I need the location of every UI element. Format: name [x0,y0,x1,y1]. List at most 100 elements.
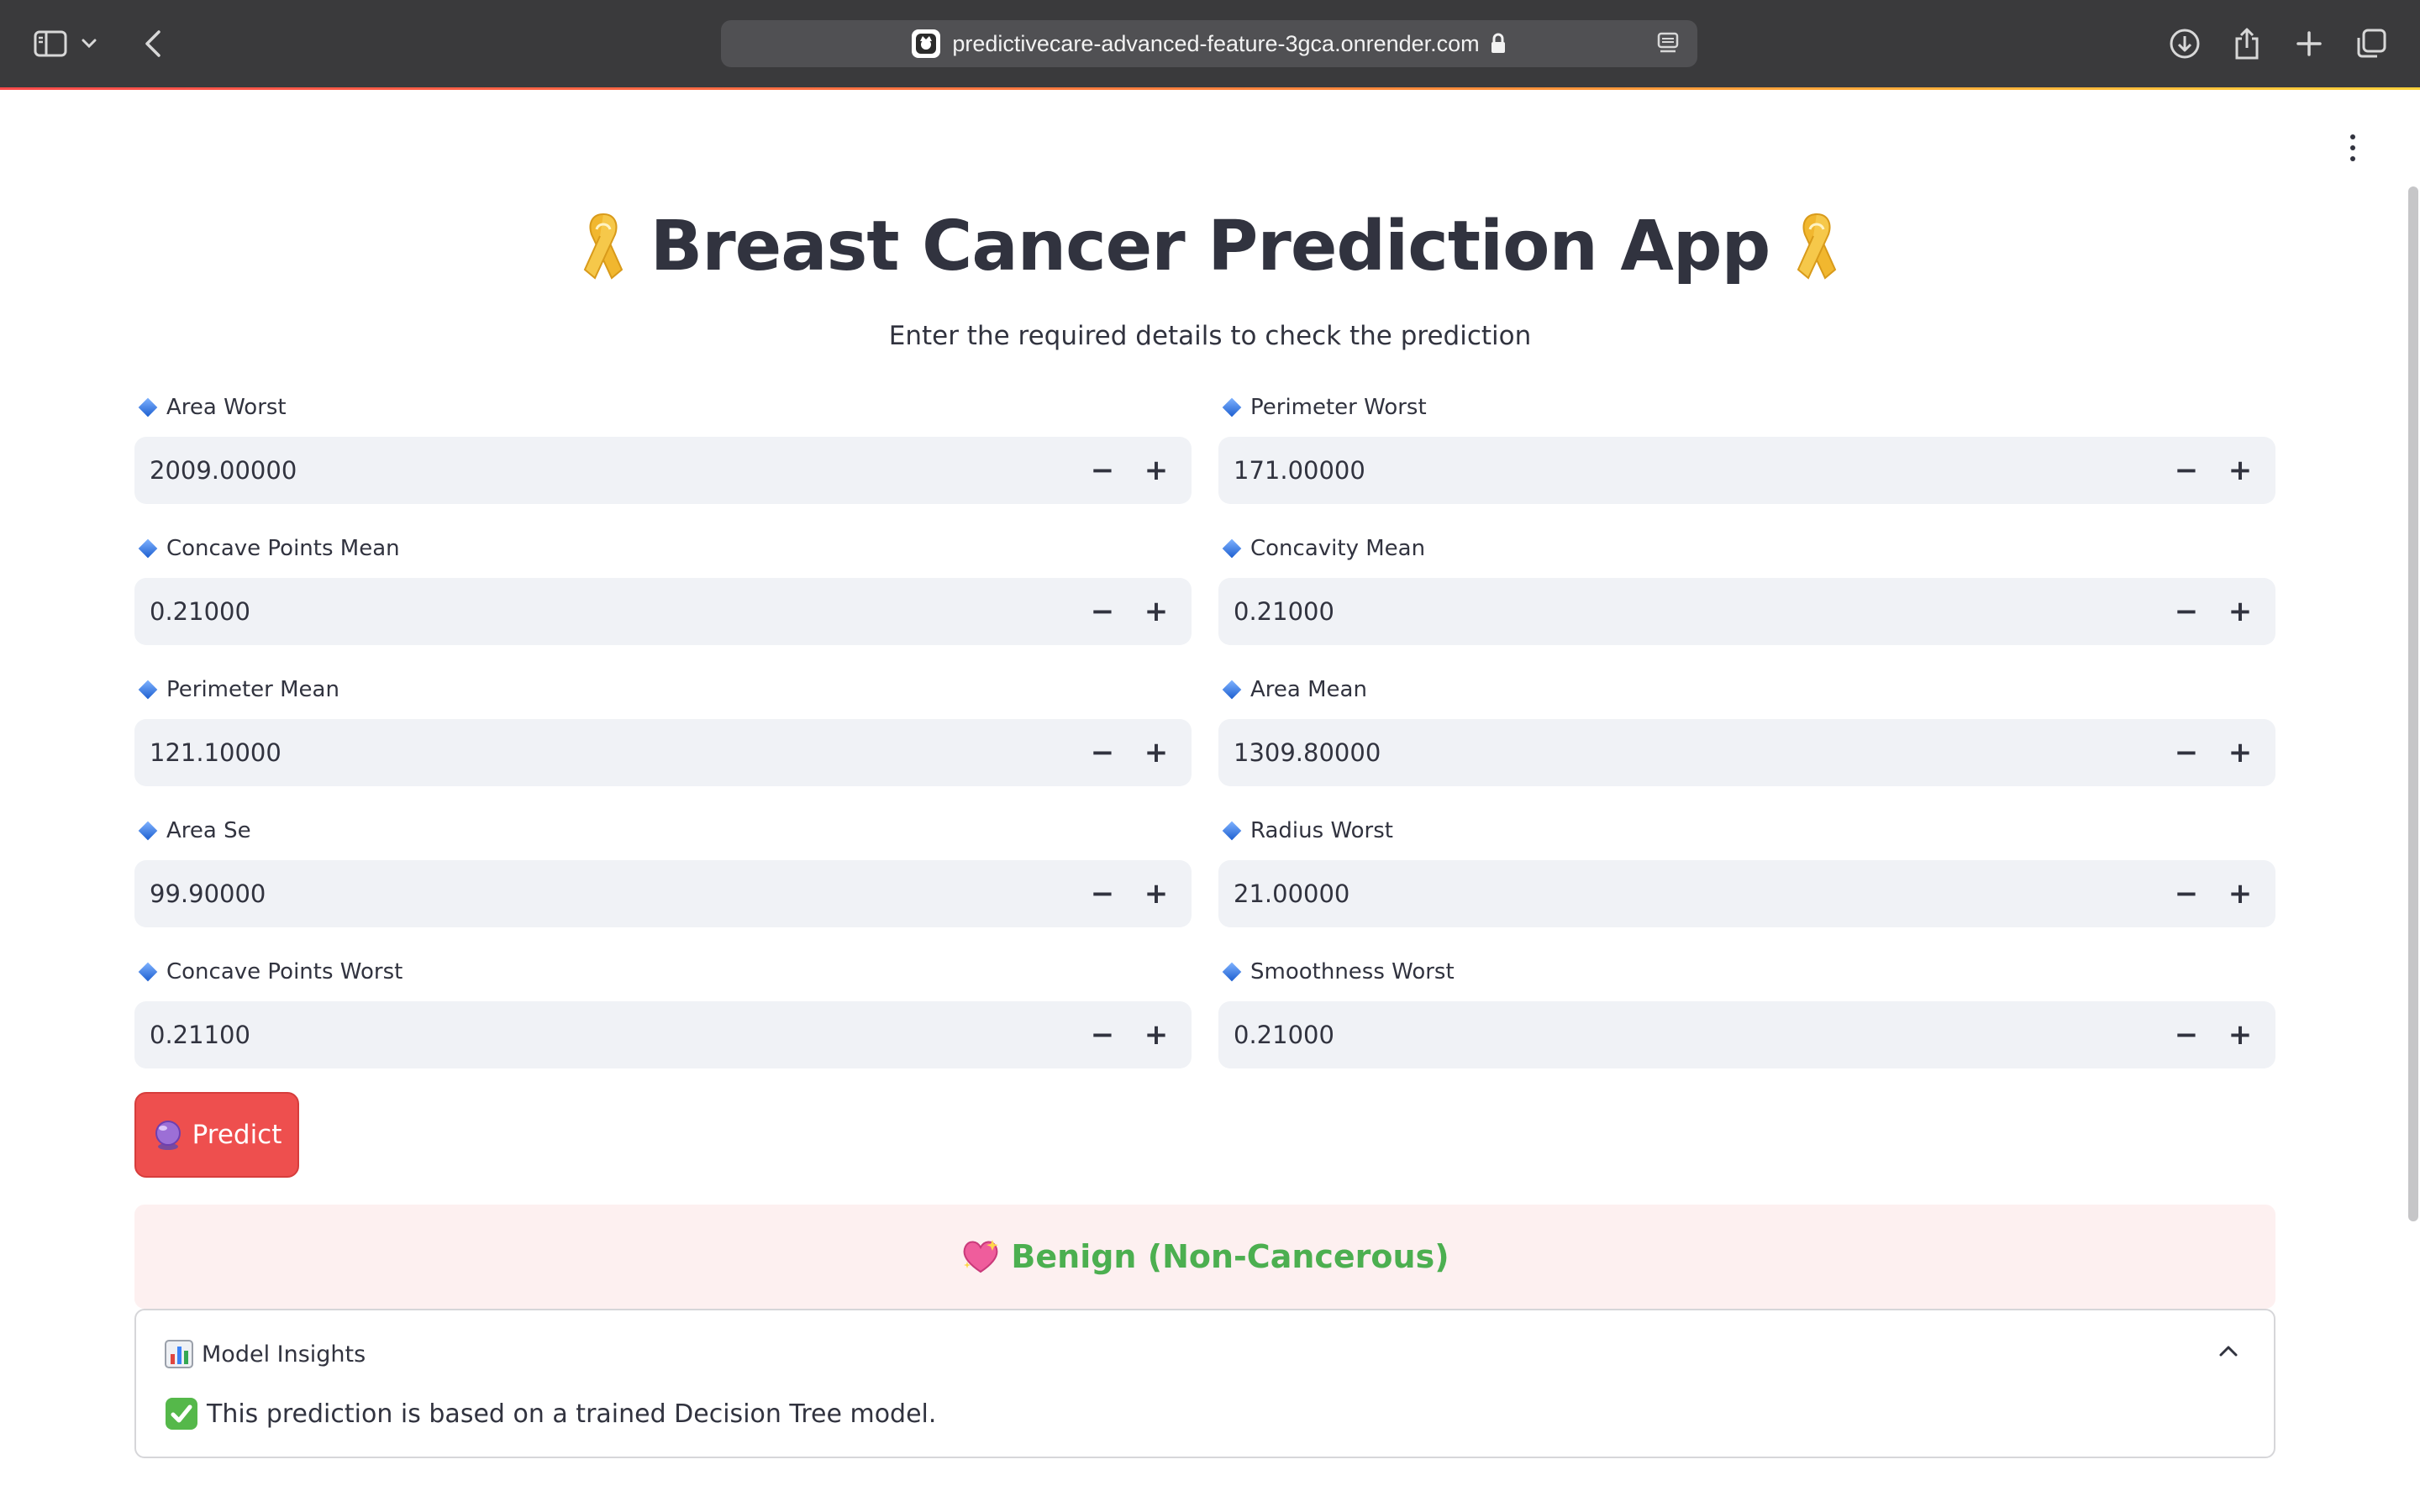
result-text: Benign (Non-Cancerous) [1011,1238,1449,1275]
number-input[interactable]: 121.10000 − + [134,719,1192,786]
number-input[interactable]: 0.21000 − + [134,578,1192,645]
tab-overview-icon[interactable] [2353,25,2390,62]
number-input-value[interactable]: 1309.80000 [1218,738,2160,767]
page-title: Breast Cancer Prediction App [0,200,2420,292]
decrement-button[interactable]: − [2160,719,2213,786]
title-text: Breast Cancer Prediction App [650,206,1771,286]
number-input-value[interactable]: 2009.00000 [134,456,1076,485]
decrement-button[interactable]: − [2160,860,2213,927]
expander-content: This prediction is based on a trained De… [165,1394,936,1433]
field-label: Area Se [166,818,251,843]
field-label: Area Mean [1250,677,1367,702]
field-perimeter-worst: Perimeter Worst 171.00000 − + [1218,393,2275,504]
chevron-up-icon[interactable] [2218,1344,2238,1361]
model-insights-expander: Model Insights This prediction is based … [134,1309,2275,1458]
field-label: Concave Points Worst [166,959,403,984]
decrement-button[interactable]: − [1076,437,1129,504]
number-input[interactable]: 2009.00000 − + [134,437,1192,504]
field-label: Radius Worst [1250,818,1393,843]
increment-button[interactable]: + [1129,1001,1183,1068]
sidebar-toggle-icon[interactable] [32,25,69,62]
field-area-mean: Area Mean 1309.80000 − + [1218,675,2275,786]
field-label: Concavity Mean [1250,536,1426,561]
field-label: Perimeter Mean [166,677,339,702]
field-concavity-mean: Concavity Mean 0.21000 − + [1218,534,2275,645]
number-input[interactable]: 21.00000 − + [1218,860,2275,927]
increment-button[interactable]: + [2213,1001,2267,1068]
field-label: Perimeter Worst [1250,395,1427,420]
increment-button[interactable]: + [1129,578,1183,645]
number-input-value[interactable]: 0.21100 [134,1021,1076,1049]
number-input-value[interactable]: 0.21000 [1218,1021,2160,1049]
increment-button[interactable]: + [2213,860,2267,927]
decrement-button[interactable]: − [2160,1001,2213,1068]
blue-diamond-icon [138,962,158,982]
number-input[interactable]: 99.90000 − + [134,860,1192,927]
decrement-button[interactable]: − [1076,719,1129,786]
blue-diamond-icon [1222,680,1242,700]
number-input-value[interactable]: 121.10000 [134,738,1076,767]
field-perimeter-mean: Perimeter Mean 121.10000 − + [134,675,1192,786]
field-smoothness-worst: Smoothness Worst 0.21000 − + [1218,958,2275,1068]
predict-button[interactable]: Predict [134,1092,299,1178]
app-header-decoration [0,87,2420,90]
address-bar[interactable]: predictivecare-advanced-feature-3gca.onr… [721,20,1697,67]
blue-diamond-icon [138,680,158,700]
page-subtitle: Enter the required details to check the … [888,321,1532,351]
ribbon-icon [578,209,629,283]
field-label: Concave Points Mean [166,536,400,561]
number-input-value[interactable]: 171.00000 [1218,456,2160,485]
number-input[interactable]: 0.21000 − + [1218,1001,2275,1068]
insights-text: This prediction is based on a trained De… [207,1399,937,1429]
increment-button[interactable]: + [1129,860,1183,927]
chevron-down-icon[interactable] [79,25,99,62]
crystal-ball-icon [152,1119,184,1151]
decrement-button[interactable]: − [1076,578,1129,645]
lock-icon [1490,33,1507,55]
blue-diamond-icon [138,397,158,417]
share-icon[interactable] [2228,25,2265,62]
decrement-button[interactable]: − [1076,860,1129,927]
number-input[interactable]: 0.21000 − + [1218,578,2275,645]
blue-diamond-icon [138,538,158,559]
number-input[interactable]: 171.00000 − + [1218,437,2275,504]
field-concave-points-mean: Concave Points Mean 0.21000 − + [134,534,1192,645]
blue-diamond-icon [138,821,158,841]
new-tab-icon[interactable] [2291,25,2328,62]
blue-diamond-icon [1222,397,1242,417]
check-mark-icon [165,1397,198,1431]
site-favicon-icon [912,29,941,58]
ribbon-icon [1791,209,1842,283]
blue-diamond-icon [1222,538,1242,559]
increment-button[interactable]: + [2213,578,2267,645]
predict-button-label: Predict [192,1120,282,1150]
decrement-button[interactable]: − [2160,578,2213,645]
number-input-value[interactable]: 0.21000 [1218,597,2160,626]
number-input-value[interactable]: 0.21000 [134,597,1076,626]
browser-toolbar: predictivecare-advanced-feature-3gca.onr… [0,0,2420,87]
field-area-se: Area Se 99.90000 − + [134,816,1192,927]
increment-button[interactable]: + [2213,437,2267,504]
prediction-result: Benign (Non-Cancerous) [134,1205,2275,1309]
number-input-value[interactable]: 99.90000 [134,879,1076,908]
blue-diamond-icon [1222,962,1242,982]
field-label: Smoothness Worst [1250,959,1455,984]
back-icon[interactable] [134,25,171,62]
increment-button[interactable]: + [1129,719,1183,786]
main-menu-icon[interactable] [2344,134,2361,161]
increment-button[interactable]: + [1129,437,1183,504]
increment-button[interactable]: + [2213,719,2267,786]
reader-mode-icon[interactable] [1657,32,1679,59]
expander-header[interactable]: Model Insights [165,1337,366,1371]
field-area-worst: Area Worst 2009.00000 − + [134,393,1192,504]
bar-chart-icon [165,1340,193,1368]
download-icon[interactable] [2166,25,2203,62]
decrement-button[interactable]: − [1076,1001,1129,1068]
url-text: predictivecare-advanced-feature-3gca.onr… [952,30,1480,56]
number-input[interactable]: 1309.80000 − + [1218,719,2275,786]
expander-title: Model Insights [202,1341,366,1368]
number-input-value[interactable]: 21.00000 [1218,879,2160,908]
number-input[interactable]: 0.21100 − + [134,1001,1192,1068]
decrement-button[interactable]: − [2160,437,2213,504]
sparkling-heart-icon [960,1238,1001,1275]
